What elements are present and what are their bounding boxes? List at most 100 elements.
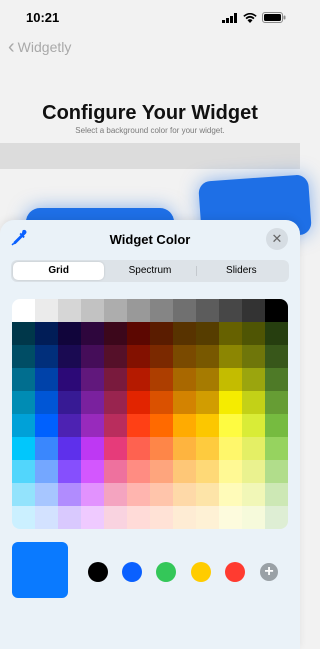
- color-cell[interactable]: [127, 483, 150, 506]
- color-cell[interactable]: [104, 506, 127, 529]
- color-cell[interactable]: [12, 460, 35, 483]
- tab-sliders[interactable]: Sliders: [195, 262, 287, 280]
- color-cell[interactable]: [104, 391, 127, 414]
- color-cell[interactable]: [219, 299, 242, 322]
- color-cell[interactable]: [104, 483, 127, 506]
- color-cell[interactable]: [104, 299, 127, 322]
- color-cell[interactable]: [58, 391, 81, 414]
- preset-color-black[interactable]: [88, 562, 108, 582]
- color-cell[interactable]: [58, 437, 81, 460]
- color-cell[interactable]: [265, 437, 288, 460]
- color-cell[interactable]: [196, 506, 219, 529]
- color-cell[interactable]: [81, 414, 104, 437]
- color-cell[interactable]: [173, 483, 196, 506]
- color-cell[interactable]: [242, 322, 265, 345]
- color-cell[interactable]: [127, 322, 150, 345]
- color-cell[interactable]: [127, 299, 150, 322]
- color-cell[interactable]: [265, 345, 288, 368]
- color-cell[interactable]: [104, 437, 127, 460]
- color-cell[interactable]: [150, 437, 173, 460]
- preset-color-blue[interactable]: [122, 562, 142, 582]
- color-cell[interactable]: [35, 322, 58, 345]
- color-cell[interactable]: [173, 368, 196, 391]
- color-cell[interactable]: [150, 391, 173, 414]
- color-cell[interactable]: [173, 437, 196, 460]
- tab-grid[interactable]: Grid: [13, 262, 105, 280]
- color-cell[interactable]: [242, 368, 265, 391]
- color-cell[interactable]: [81, 368, 104, 391]
- color-cell[interactable]: [219, 414, 242, 437]
- color-cell[interactable]: [127, 506, 150, 529]
- color-cell[interactable]: [12, 506, 35, 529]
- color-cell[interactable]: [219, 460, 242, 483]
- color-cell[interactable]: [173, 345, 196, 368]
- color-cell[interactable]: [219, 391, 242, 414]
- color-cell[interactable]: [104, 368, 127, 391]
- color-cell[interactable]: [81, 322, 104, 345]
- color-cell[interactable]: [219, 322, 242, 345]
- color-cell[interactable]: [265, 460, 288, 483]
- color-cell[interactable]: [196, 460, 219, 483]
- color-cell[interactable]: [12, 368, 35, 391]
- color-cell[interactable]: [81, 299, 104, 322]
- color-cell[interactable]: [196, 368, 219, 391]
- color-cell[interactable]: [81, 345, 104, 368]
- color-cell[interactable]: [265, 506, 288, 529]
- color-cell[interactable]: [150, 414, 173, 437]
- color-cell[interactable]: [219, 437, 242, 460]
- preset-color-yellow[interactable]: [191, 562, 211, 582]
- color-cell[interactable]: [127, 460, 150, 483]
- color-cell[interactable]: [173, 414, 196, 437]
- color-cell[interactable]: [173, 460, 196, 483]
- color-cell[interactable]: [127, 391, 150, 414]
- color-cell[interactable]: [265, 483, 288, 506]
- color-cell[interactable]: [242, 483, 265, 506]
- color-cell[interactable]: [12, 391, 35, 414]
- color-cell[interactable]: [58, 460, 81, 483]
- color-cell[interactable]: [127, 414, 150, 437]
- color-cell[interactable]: [196, 322, 219, 345]
- color-cell[interactable]: [150, 322, 173, 345]
- color-cell[interactable]: [127, 437, 150, 460]
- color-cell[interactable]: [242, 345, 265, 368]
- color-cell[interactable]: [196, 414, 219, 437]
- color-cell[interactable]: [127, 345, 150, 368]
- color-cell[interactable]: [196, 437, 219, 460]
- color-cell[interactable]: [242, 506, 265, 529]
- color-cell[interactable]: [12, 322, 35, 345]
- color-cell[interactable]: [196, 391, 219, 414]
- close-button[interactable]: ✕: [266, 228, 288, 250]
- preset-color-red[interactable]: [225, 562, 245, 582]
- color-cell[interactable]: [219, 483, 242, 506]
- color-cell[interactable]: [265, 391, 288, 414]
- color-cell[interactable]: [242, 437, 265, 460]
- color-cell[interactable]: [150, 345, 173, 368]
- color-cell[interactable]: [58, 506, 81, 529]
- color-cell[interactable]: [12, 483, 35, 506]
- color-cell[interactable]: [35, 460, 58, 483]
- color-cell[interactable]: [242, 460, 265, 483]
- color-cell[interactable]: [12, 414, 35, 437]
- color-cell[interactable]: [81, 437, 104, 460]
- color-cell[interactable]: [35, 368, 58, 391]
- color-cell[interactable]: [219, 506, 242, 529]
- color-cell[interactable]: [150, 506, 173, 529]
- color-cell[interactable]: [104, 345, 127, 368]
- color-cell[interactable]: [58, 483, 81, 506]
- color-cell[interactable]: [242, 414, 265, 437]
- color-cell[interactable]: [35, 345, 58, 368]
- color-cell[interactable]: [58, 345, 81, 368]
- color-cell[interactable]: [35, 414, 58, 437]
- color-cell[interactable]: [196, 483, 219, 506]
- color-cell[interactable]: [58, 322, 81, 345]
- color-cell[interactable]: [219, 368, 242, 391]
- color-cell[interactable]: [173, 391, 196, 414]
- color-cell[interactable]: [35, 299, 58, 322]
- color-cell[interactable]: [104, 460, 127, 483]
- color-cell[interactable]: [150, 460, 173, 483]
- color-cell[interactable]: [81, 391, 104, 414]
- add-color-button[interactable]: +: [260, 563, 278, 581]
- color-cell[interactable]: [104, 322, 127, 345]
- color-cell[interactable]: [58, 299, 81, 322]
- color-cell[interactable]: [150, 368, 173, 391]
